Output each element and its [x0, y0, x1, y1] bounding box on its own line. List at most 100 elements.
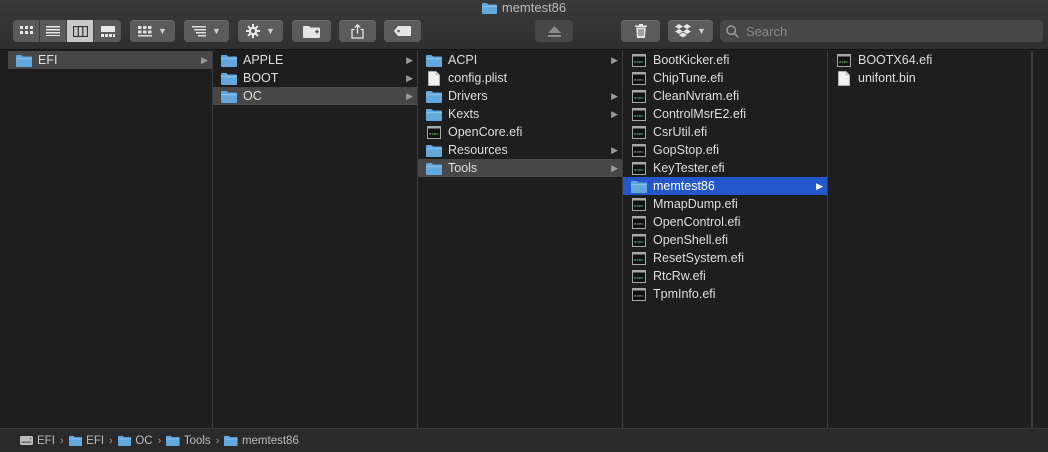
- search-input[interactable]: [744, 22, 1028, 40]
- folder-row[interactable]: ACPI ▶: [418, 51, 622, 69]
- folder-icon: [426, 161, 442, 175]
- svg-text:exec: exec: [839, 61, 849, 65]
- folder-row[interactable]: EFI ▶: [8, 51, 212, 69]
- file-row[interactable]: exec RtcRw.efi: [623, 267, 827, 285]
- dropbox-button[interactable]: ▼: [668, 20, 713, 42]
- column-resize-area: [1032, 51, 1048, 428]
- executable-icon: exec: [631, 125, 647, 139]
- disclosure-arrow-icon: ▶: [611, 145, 618, 155]
- tag-icon: [394, 26, 411, 36]
- gear-icon: [246, 24, 261, 38]
- folder-row[interactable]: Kexts ▶: [418, 105, 622, 123]
- folder-icon: [426, 107, 442, 121]
- columns-icon: [72, 25, 88, 37]
- folder-icon: [224, 435, 238, 447]
- svg-text:exec: exec: [634, 277, 644, 281]
- file-row[interactable]: exec TpmInfo.efi: [623, 285, 827, 303]
- file-row[interactable]: exec CsrUtil.efi: [623, 123, 827, 141]
- new-folder-icon: [303, 25, 320, 38]
- column-3[interactable]: ACPI ▶ config.plist Drivers ▶ Kexts ▶ exec OpenC…: [418, 51, 623, 428]
- item-label: KeyTester.efi: [653, 161, 725, 175]
- path-crumb-label: memtest86: [241, 434, 299, 447]
- move-to-trash-button[interactable]: [621, 20, 660, 42]
- item-label: OpenCore.efi: [448, 125, 523, 139]
- new-folder-button[interactable]: [292, 20, 331, 42]
- item-label: Resources: [448, 143, 508, 157]
- folder-row[interactable]: BOOT ▶: [213, 69, 417, 87]
- left-gutter: [0, 51, 8, 428]
- item-label: GopStop.efi: [653, 143, 720, 157]
- action-button[interactable]: ▼: [238, 20, 283, 42]
- folder-row[interactable]: OC ▶: [213, 87, 417, 105]
- sort-list-icon: [192, 25, 207, 36]
- path-crumb-label: OC: [135, 434, 153, 447]
- folder-icon: [426, 53, 442, 67]
- file-row[interactable]: exec OpenShell.efi: [623, 231, 827, 249]
- svg-text:exec: exec: [634, 79, 644, 83]
- folder-icon: [16, 53, 32, 67]
- executable-icon: exec: [426, 125, 442, 139]
- path-crumb[interactable]: OC: [117, 434, 153, 447]
- svg-text:exec: exec: [634, 115, 644, 119]
- document-icon: [836, 70, 852, 86]
- path-separator: ›: [109, 434, 113, 447]
- item-label: OpenShell.efi: [653, 233, 729, 247]
- file-row[interactable]: exec BootKicker.efi: [623, 51, 827, 69]
- path-separator: ›: [215, 434, 220, 447]
- folder-icon: [426, 89, 442, 103]
- file-row[interactable]: unifont.bin: [828, 69, 1031, 87]
- column-4[interactable]: exec BootKicker.efi exec ChipTune.efi exec Cl…: [623, 51, 828, 428]
- folder-row[interactable]: Resources ▶: [418, 141, 622, 159]
- column-1[interactable]: EFI ▶: [8, 51, 213, 428]
- item-label: BOOTX64.efi: [858, 53, 933, 67]
- item-label: BOOT: [243, 71, 279, 85]
- file-row[interactable]: config.plist: [418, 69, 622, 87]
- gallery-view-button[interactable]: [94, 20, 121, 42]
- folder-icon: [631, 179, 647, 193]
- column-5[interactable]: exec BOOTX64.efi unifont.bin: [828, 51, 1032, 428]
- item-label: Tools: [448, 161, 478, 175]
- trash-icon: [634, 24, 647, 38]
- disclosure-arrow-icon: ▶: [611, 109, 618, 119]
- executable-icon: exec: [631, 161, 647, 175]
- list-view-button[interactable]: [40, 20, 67, 42]
- path-crumb[interactable]: memtest86: [224, 434, 299, 447]
- path-crumb[interactable]: EFI: [68, 434, 105, 447]
- gallery-icon: [100, 25, 115, 37]
- file-row[interactable]: exec MmapDump.efi: [623, 195, 827, 213]
- file-row[interactable]: exec KeyTester.efi: [623, 159, 827, 177]
- folder-row[interactable]: APPLE ▶: [213, 51, 417, 69]
- icon-view-button[interactable]: [13, 20, 40, 42]
- folder-row[interactable]: memtest86 ▶: [623, 177, 827, 195]
- folder-row[interactable]: Tools ▶: [418, 159, 622, 177]
- path-crumb-label: Tools: [183, 434, 211, 447]
- path-crumb-label: EFI: [37, 434, 55, 447]
- path-crumb[interactable]: EFI: [20, 435, 55, 447]
- svg-text:exec: exec: [634, 169, 644, 173]
- edit-tags-button[interactable]: [384, 20, 421, 42]
- file-row[interactable]: exec BOOTX64.efi: [828, 51, 1031, 69]
- folder-icon: [117, 435, 132, 447]
- file-row[interactable]: exec CleanNvram.efi: [623, 87, 827, 105]
- group-by-button[interactable]: ▼: [130, 20, 175, 42]
- search-field[interactable]: [720, 20, 1043, 42]
- column-2[interactable]: APPLE ▶ BOOT ▶ OC ▶: [213, 51, 418, 428]
- folder-icon: [426, 143, 442, 157]
- sort-button[interactable]: ▼: [184, 20, 229, 42]
- path-crumb[interactable]: Tools: [166, 434, 211, 447]
- path-crumb-label: EFI: [86, 434, 105, 447]
- share-button[interactable]: [339, 20, 376, 42]
- item-label: unifont.bin: [858, 71, 916, 85]
- folder-icon: [166, 435, 180, 447]
- file-row[interactable]: exec OpenControl.efi: [623, 213, 827, 231]
- file-row[interactable]: exec GopStop.efi: [623, 141, 827, 159]
- file-row[interactable]: exec ResetSystem.efi: [623, 249, 827, 267]
- disk-icon: [20, 435, 33, 446]
- file-row[interactable]: exec ControlMsrE2.efi: [623, 105, 827, 123]
- file-row[interactable]: exec OpenCore.efi: [418, 123, 622, 141]
- eject-button[interactable]: [535, 20, 573, 42]
- file-row[interactable]: exec ChipTune.efi: [623, 69, 827, 87]
- column-view-button[interactable]: [67, 20, 94, 42]
- item-label: MmapDump.efi: [653, 197, 738, 211]
- folder-row[interactable]: Drivers ▶: [418, 87, 622, 105]
